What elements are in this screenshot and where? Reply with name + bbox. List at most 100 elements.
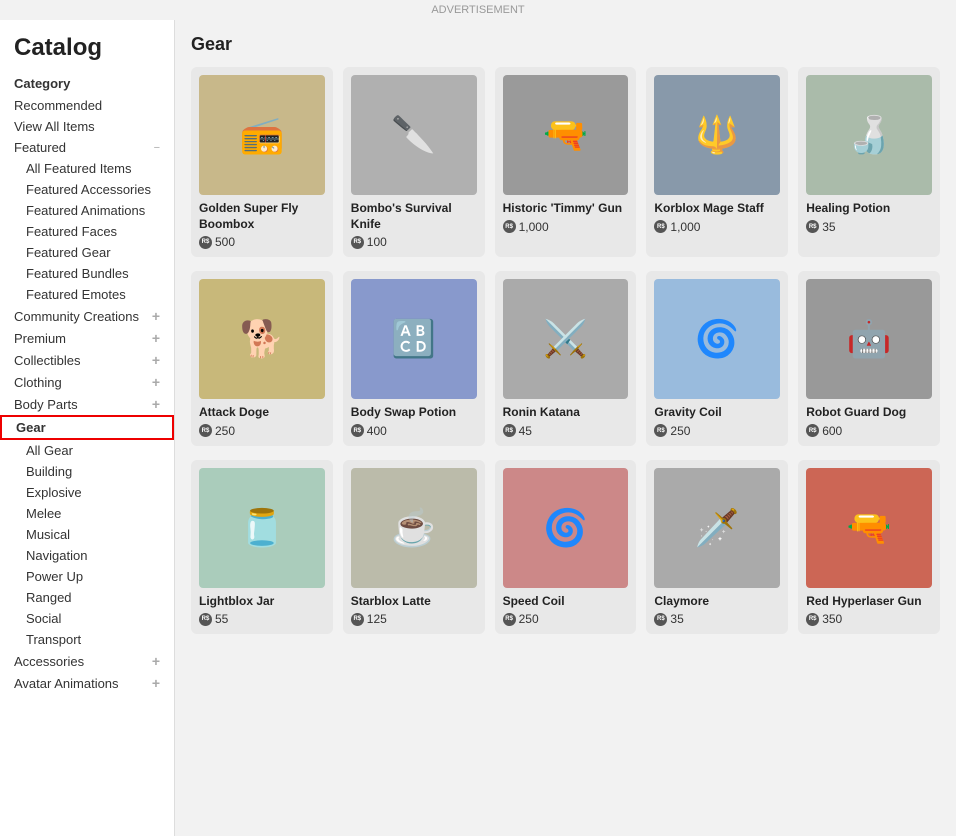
- item-price: 55: [199, 612, 228, 626]
- plus-icon: +: [152, 330, 160, 346]
- sidebar-item-label: Featured Gear: [26, 245, 111, 260]
- robux-icon: [503, 220, 516, 233]
- sidebar-item-featured-faces[interactable]: Featured Faces: [0, 221, 174, 242]
- item-price: 45: [503, 424, 532, 438]
- price-value: 100: [367, 235, 387, 249]
- item-name: Robot Guard Dog: [806, 405, 906, 421]
- item-price: 400: [351, 424, 387, 438]
- robux-icon: [351, 613, 364, 626]
- sidebar-item-avatar-animations[interactable]: Avatar Animations+: [0, 672, 174, 694]
- sidebar-item-community-creations[interactable]: Community Creations+: [0, 305, 174, 327]
- robux-icon: [654, 424, 667, 437]
- item-card[interactable]: ☕Starblox Latte125: [343, 460, 485, 635]
- sidebar-item-featured-animations[interactable]: Featured Animations: [0, 200, 174, 221]
- sidebar-item-navigation[interactable]: Navigation: [0, 545, 174, 566]
- item-thumbnail: 🔫: [806, 468, 932, 588]
- item-card[interactable]: 🗡️Claymore35: [646, 460, 788, 635]
- sidebar-item-view-all[interactable]: View All Items: [0, 116, 174, 137]
- sidebar-item-label: Social: [26, 611, 61, 626]
- item-card[interactable]: 🔪 Bombo's Survival Knife 100: [343, 67, 485, 257]
- sidebar-item-label: View All Items: [14, 119, 95, 134]
- item-card[interactable]: 🔫Red Hyperlaser Gun350: [798, 460, 940, 635]
- sidebar-item-body-parts[interactable]: Body Parts+: [0, 393, 174, 415]
- sidebar-item-accessories[interactable]: Accessories+: [0, 650, 174, 672]
- item-thumbnail: 🔱: [654, 75, 780, 195]
- item-card[interactable]: 📻Golden Super Fly Boombox500: [191, 67, 333, 257]
- sidebar-item-all-gear[interactable]: All Gear: [0, 440, 174, 461]
- item-card[interactable]: 🤖Robot Guard Dog600: [798, 271, 940, 446]
- plus-icon: +: [152, 653, 160, 669]
- item-card[interactable]: ⚔️Ronin Katana45: [495, 271, 637, 446]
- item-name: Bombo's Survival Knife: [351, 201, 477, 232]
- sidebar-item-musical[interactable]: Musical: [0, 524, 174, 545]
- items-row-1: 🐕Attack Doge250🔠Body Swap Potion400⚔️Ron…: [191, 271, 940, 446]
- item-name: Lightblox Jar: [199, 594, 274, 610]
- sidebar-item-label: Recommended: [14, 98, 102, 113]
- item-card[interactable]: 🔠Body Swap Potion400: [343, 271, 485, 446]
- item-card[interactable]: 🫙 Lightblox Jar 55: [191, 460, 333, 635]
- robux-icon: [199, 613, 212, 626]
- item-card[interactable]: 🍶Healing Potion35: [798, 67, 940, 257]
- robux-icon: [351, 236, 364, 249]
- sidebar-item-label: Collectibles: [14, 353, 80, 368]
- main-content: Catalog Category RecommendedView All Ite…: [0, 20, 956, 836]
- sidebar-item-label: Melee: [26, 506, 61, 521]
- sidebar-item-label: Navigation: [26, 548, 87, 563]
- price-value: 55: [215, 612, 228, 626]
- sidebar-item-label: Clothing: [14, 375, 62, 390]
- sidebar-item-label: Body Parts: [14, 397, 78, 412]
- item-price: 600: [806, 424, 842, 438]
- sidebar-item-melee[interactable]: Melee: [0, 503, 174, 524]
- item-price: 350: [806, 612, 842, 626]
- sidebar-item-all-featured[interactable]: All Featured Items: [0, 158, 174, 179]
- item-thumbnail: 🔪: [351, 75, 477, 195]
- sidebar-item-recommended[interactable]: Recommended: [0, 95, 174, 116]
- price-value: 45: [519, 424, 532, 438]
- item-name: Ronin Katana: [503, 405, 580, 421]
- robux-icon: [351, 424, 364, 437]
- sidebar-item-gear[interactable]: Gear: [0, 415, 174, 440]
- item-name: Historic 'Timmy' Gun: [503, 201, 623, 217]
- item-card[interactable]: 🌀Gravity Coil250: [646, 271, 788, 446]
- sidebar-item-featured[interactable]: Featured−: [0, 137, 174, 158]
- sidebar-item-label: Featured Bundles: [26, 266, 129, 281]
- item-thumbnail: 🔫: [503, 75, 629, 195]
- sidebar-item-featured-bundles[interactable]: Featured Bundles: [0, 263, 174, 284]
- price-value: 250: [519, 612, 539, 626]
- sidebar-item-social[interactable]: Social: [0, 608, 174, 629]
- item-thumbnail: 🫙: [199, 468, 325, 588]
- item-thumbnail: ☕: [351, 468, 477, 588]
- sidebar-item-featured-accessories[interactable]: Featured Accessories: [0, 179, 174, 200]
- sidebar-item-premium[interactable]: Premium +: [0, 327, 174, 349]
- sidebar-item-featured-gear[interactable]: Featured Gear: [0, 242, 174, 263]
- items-row-0: 📻Golden Super Fly Boombox500🔪 Bombo's Sur…: [191, 67, 940, 257]
- sidebar-item-label: Building: [26, 464, 72, 479]
- sidebar-item-explosive[interactable]: Explosive: [0, 482, 174, 503]
- item-card[interactable]: 🔱Korblox Mage Staff1,000: [646, 67, 788, 257]
- sidebar-item-label: Featured Animations: [26, 203, 145, 218]
- sidebar-item-featured-emotes[interactable]: Featured Emotes: [0, 284, 174, 305]
- sidebar-item-building[interactable]: Building: [0, 461, 174, 482]
- items-row-2: 🫙Lightblox Jar55☕Starblox Latte125🌀Speed…: [191, 460, 940, 635]
- item-card[interactable]: 🐕Attack Doge250: [191, 271, 333, 446]
- sidebar-item-clothing[interactable]: Clothing+: [0, 371, 174, 393]
- sidebar-item-label: Gear: [16, 420, 46, 435]
- sidebar-item-transport[interactable]: Transport: [0, 629, 174, 650]
- sidebar-item-label: Featured Accessories: [26, 182, 151, 197]
- item-price: 500: [199, 235, 235, 249]
- page-wrapper: ADVERTISEMENT Catalog Category Recommend…: [0, 0, 956, 836]
- sidebar-item-label: Featured: [14, 140, 66, 155]
- price-value: 1,000: [670, 220, 700, 234]
- sidebar-item-label: Premium: [14, 331, 66, 346]
- item-thumbnail: 🐕: [199, 279, 325, 399]
- item-card[interactable]: 🌀Speed Coil250: [495, 460, 637, 635]
- sidebar-item-ranged[interactable]: Ranged: [0, 587, 174, 608]
- robux-icon: [806, 424, 819, 437]
- sidebar-item-power-up[interactable]: Power Up: [0, 566, 174, 587]
- item-price: 1,000: [654, 220, 700, 234]
- sidebar-item-collectibles[interactable]: Collectibles+: [0, 349, 174, 371]
- item-thumbnail: 🍶: [806, 75, 932, 195]
- item-card[interactable]: 🔫Historic 'Timmy' Gun1,000: [495, 67, 637, 257]
- item-name: Starblox Latte: [351, 594, 431, 610]
- plus-icon: +: [152, 308, 160, 324]
